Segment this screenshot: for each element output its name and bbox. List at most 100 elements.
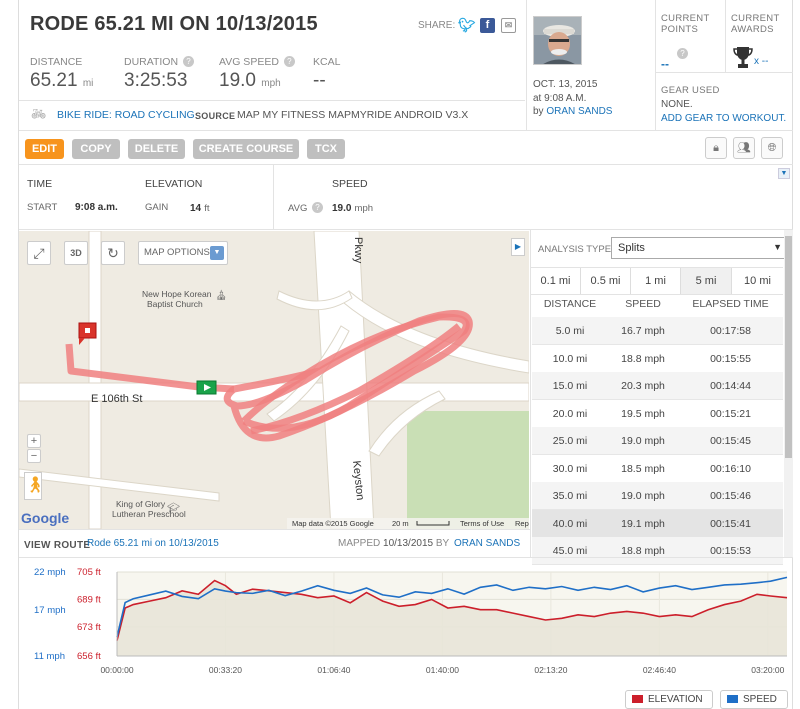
cell-distance: 45.0 mi — [552, 545, 588, 557]
map-canvas: New Hope Korean Baptist Church E 106th S… — [19, 231, 529, 529]
elevation-tick-label: 656 ft — [77, 651, 101, 662]
tab-1-mi[interactable]: 1 mi — [631, 268, 681, 294]
divider — [19, 130, 793, 131]
table-row[interactable]: 30.0 mi 18.5 mph 00:16:10 — [532, 454, 783, 483]
map-report-link[interactable]: Rep — [515, 519, 529, 528]
scrollbar-thumb[interactable] — [785, 236, 792, 458]
lock-icon[interactable]: 🔒︎ — [705, 137, 727, 159]
friends-icon[interactable]: 👥︎ — [733, 137, 755, 159]
panel-toggle-icon[interactable]: ▶ — [511, 238, 525, 256]
table-row[interactable]: 5.0 mi 16.7 mph 00:17:58 — [532, 317, 783, 345]
time-label: TIME — [27, 178, 53, 190]
column-header-speed: SPEED — [625, 298, 661, 310]
cell-speed: 19.1 mph — [621, 517, 665, 530]
email-icon[interactable]: ✉ — [501, 18, 516, 33]
add-gear-link[interactable]: ADD GEAR TO WORKOUT. — [661, 113, 786, 124]
avatar[interactable] — [533, 16, 582, 65]
facebook-icon[interactable]: f — [480, 18, 495, 33]
route-map[interactable]: New Hope Korean Baptist Church E 106th S… — [19, 231, 529, 529]
cell-speed: 20.3 mph — [621, 380, 665, 392]
table-row[interactable]: 20.0 mi 19.5 mph 00:15:21 — [532, 399, 783, 428]
source-value: MAP MY FITNESS MAPMYRIDE ANDROID V3.X — [237, 109, 469, 121]
cell-elapsed: 00:14:44 — [710, 380, 751, 392]
map-terms-link[interactable]: Terms of Use — [460, 519, 504, 528]
table-row[interactable]: 15.0 mi 20.3 mph 00:14:44 — [532, 372, 783, 400]
map-label-church: New Hope Korean — [142, 289, 212, 299]
cell-distance: 15.0 mi — [552, 380, 588, 392]
tab-0.5-mi[interactable]: 0.5 mi — [581, 268, 631, 294]
cell-elapsed: 00:15:55 — [710, 352, 751, 365]
cell-distance: 30.0 mi — [552, 462, 588, 475]
x-tick-label: 02:13:20 — [534, 665, 567, 675]
start-value: 9:08 a.m. — [75, 202, 118, 213]
divider — [273, 165, 274, 229]
cell-distance: 35.0 mi — [552, 490, 588, 502]
speed-label: SPEED — [332, 178, 368, 190]
analysis-type-select[interactable]: Splits ▼ — [611, 237, 789, 259]
rotate-icon[interactable]: ↻ — [101, 241, 125, 265]
copy-button[interactable]: COPY — [72, 139, 120, 159]
edit-button[interactable]: EDIT — [25, 139, 64, 159]
chevron-down-icon: ▼ — [773, 242, 782, 252]
twitter-icon[interactable]: 🐦︎ — [458, 18, 476, 33]
scrollbar[interactable] — [784, 230, 793, 558]
x-tick-label: 02:46:40 — [643, 665, 676, 675]
zoom-out-button[interactable]: − — [27, 449, 41, 463]
workout-time: at 9:08 A.M. — [533, 93, 587, 104]
x-tick-label: 03:20:00 — [751, 665, 784, 675]
table-row[interactable]: 10.0 mi 18.8 mph 00:15:55 — [532, 344, 783, 373]
divider — [531, 294, 783, 295]
fullscreen-icon[interactable]: ⤢ — [27, 241, 51, 265]
column-header-elapsed: ELAPSED TIME — [692, 298, 769, 310]
divider — [19, 100, 525, 101]
speed-tick-label: 17 mph — [34, 605, 66, 616]
duration-value: 3:25:53 — [124, 70, 188, 91]
duration-label: DURATION ? — [124, 56, 194, 68]
delete-button[interactable]: DELETE — [128, 139, 185, 159]
elevation-tick-label: 705 ft — [77, 567, 101, 578]
cell-distance: 20.0 mi — [552, 407, 588, 420]
zoom-in-button[interactable]: + — [27, 434, 41, 448]
expand-icon[interactable]: ▼ — [778, 168, 790, 179]
tab-10-mi[interactable]: 10 mi — [732, 268, 783, 294]
school-icon: 🎓︎ — [167, 503, 180, 514]
cell-elapsed: 00:15:45 — [710, 435, 751, 447]
divider — [19, 164, 793, 165]
map-label-church: Baptist Church — [147, 299, 203, 309]
divider — [655, 0, 656, 130]
help-icon[interactable]: ? — [675, 48, 688, 60]
divider — [655, 72, 793, 73]
legend-speed[interactable]: SPEED — [720, 690, 788, 709]
table-row[interactable]: 40.0 mi 19.1 mph 00:15:41 — [532, 509, 783, 538]
help-icon[interactable]: ? — [182, 56, 194, 67]
cell-elapsed: 00:15:46 — [710, 490, 751, 502]
legend-elevation[interactable]: ELEVATION — [625, 690, 713, 709]
elevation-speed-chart[interactable]: 00:00:00 00:33:20 01:06:40 01:40:00 02:13:20… — [19, 558, 794, 686]
create-course-button[interactable]: CREATE COURSE — [193, 139, 299, 159]
distance-label: DISTANCE — [30, 56, 83, 68]
avg-speed-value: 19.0 mph — [219, 70, 281, 91]
street-view-icon[interactable]: 🚶︎ — [24, 472, 45, 500]
user-link[interactable]: ORAN SANDS — [546, 106, 612, 117]
help-icon[interactable]: ? — [283, 56, 295, 67]
3d-view-button[interactable]: 3D — [64, 241, 88, 265]
table-row[interactable]: 35.0 mi 19.0 mph 00:15:46 — [532, 482, 783, 510]
cell-speed: 18.5 mph — [621, 462, 665, 475]
mapped-by-link[interactable]: ORAN SANDS — [454, 538, 520, 549]
page-title: RODE 65.21 MI ON 10/13/2015 — [30, 13, 318, 35]
workout-date: OCT. 13, 2015 — [533, 79, 598, 90]
tab-0.1-mi[interactable]: 0.1 mi — [531, 268, 581, 294]
google-logo: Google — [21, 510, 70, 526]
globe-icon[interactable]: 🌐︎ — [761, 137, 783, 159]
tcx-button[interactable]: TCX — [307, 139, 345, 159]
activity-type-link[interactable]: BIKE RIDE: ROAD CYCLING — [57, 109, 195, 121]
cell-distance: 10.0 mi — [552, 352, 588, 365]
table-row[interactable]: 25.0 mi 19.0 mph 00:15:45 — [532, 427, 783, 455]
map-label-school: King of Glory — [116, 499, 166, 509]
cell-speed: 18.8 mph — [621, 352, 665, 365]
tab-5-mi[interactable]: 5 mi — [681, 268, 732, 294]
cell-speed: 16.7 mph — [621, 325, 665, 337]
route-link[interactable]: Rode 65.21 mi on 10/13/2015 — [87, 538, 219, 549]
view-route-label: VIEW ROUTE — [24, 540, 91, 551]
map-options-dropdown[interactable]: MAP OPTIONS ▼ — [138, 241, 228, 265]
